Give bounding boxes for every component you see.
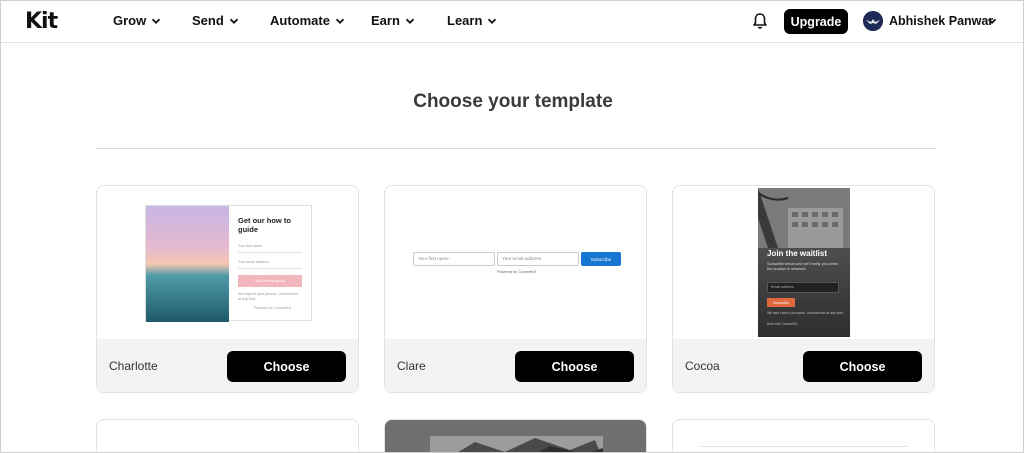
preview-field: Your email address — [238, 260, 269, 264]
nav-grow[interactable]: Grow — [113, 13, 162, 28]
nav-send[interactable]: Send — [192, 13, 240, 28]
preview-powered: Built with ConvertKit — [767, 322, 798, 326]
page-title: Choose your template — [413, 91, 613, 112]
choose-button[interactable]: Choose — [515, 351, 634, 382]
preview-button: Subscribe — [767, 298, 795, 307]
nav-earn-label: Earn — [371, 13, 400, 28]
preview-field-line — [238, 268, 302, 269]
preview-outline — [701, 446, 908, 447]
nav-learn-label: Learn — [447, 13, 483, 28]
preview-field: Your email address — [497, 252, 579, 266]
template-name: Charlotte — [109, 359, 158, 373]
avatar-emblem-icon — [863, 11, 883, 31]
template-preview[interactable]: Get our how to guide Your first name You… — [97, 186, 358, 339]
chevron-down-icon[interactable] — [986, 15, 998, 27]
preview-heading: Join the waitlist — [767, 249, 828, 258]
preview-disclaimer: We won't send you spam. Unsubscribe at a… — [767, 311, 844, 315]
chevron-down-icon — [229, 18, 238, 24]
top-navigation: Kit Grow Send Automate Earn Learn Upgrad… — [1, 1, 1023, 43]
nav-learn[interactable]: Learn — [447, 13, 498, 28]
chevron-down-icon — [335, 18, 345, 24]
building-photo-image — [758, 188, 850, 248]
preview-field: Your first name — [238, 244, 263, 248]
preview-disclaimer: We respect your privacy. Unsubscribe at … — [238, 292, 299, 301]
preview-field: Your first name — [413, 252, 495, 266]
choose-button[interactable]: Choose — [227, 351, 346, 382]
preview-button: Subscribe — [581, 252, 621, 266]
chevron-down-icon — [488, 18, 497, 24]
template-card-partial[interactable] — [384, 419, 647, 452]
preview-powered: Powered by ConvertKit — [254, 306, 291, 310]
cocoa-form-preview: Join the waitlist Subscribe below and we… — [758, 188, 850, 337]
template-preview[interactable]: Join the waitlist Subscribe below and we… — [673, 186, 934, 339]
template-name: Clare — [397, 359, 426, 373]
nav-send-label: Send — [192, 13, 224, 28]
card-footer: Charlotte Choose — [97, 339, 358, 392]
charlotte-form-preview: Get our how to guide Your first name You… — [145, 205, 312, 322]
template-name: Cocoa — [685, 359, 720, 373]
user-name[interactable]: Abhishek Panwar — [889, 14, 993, 28]
preview-heading: Get our how to guide — [238, 216, 291, 234]
template-card-cocoa[interactable]: Join the waitlist Subscribe below and we… — [672, 185, 935, 393]
preview-button: Send me the guide — [238, 275, 302, 287]
nav-automate-label: Automate — [270, 13, 330, 28]
template-card-charlotte[interactable]: Get our how to guide Your first name You… — [96, 185, 359, 393]
template-card-partial[interactable] — [96, 419, 359, 452]
divider — [96, 148, 936, 149]
card-footer: Clare Choose — [385, 339, 646, 392]
card-footer: Cocoa Choose — [673, 339, 934, 392]
template-card-clare[interactable]: Your first name Your email address Subsc… — [384, 185, 647, 393]
choose-button[interactable]: Choose — [803, 351, 922, 382]
preview-powered: Powered by ConvertKit — [497, 270, 536, 274]
preview-subtext: Subscribe below and we'll notify you whe… — [767, 262, 839, 271]
preview-field: Email address — [767, 282, 839, 293]
kit-logo[interactable]: Kit — [25, 9, 58, 34]
chevron-down-icon — [152, 18, 161, 24]
avatar[interactable] — [863, 11, 883, 31]
nav-earn[interactable]: Earn — [371, 13, 416, 28]
nav-grow-label: Grow — [113, 13, 147, 28]
template-card-partial[interactable] — [672, 419, 935, 452]
preview-field-line — [238, 252, 302, 253]
notification-bell-icon[interactable] — [752, 12, 768, 30]
template-preview[interactable]: Your first name Your email address Subsc… — [385, 186, 646, 339]
upgrade-button[interactable]: Upgrade — [784, 9, 848, 34]
ocean-sunset-image — [146, 206, 229, 322]
template-preview-image — [430, 436, 603, 452]
nav-automate[interactable]: Automate — [270, 13, 346, 28]
chevron-down-icon — [405, 18, 415, 24]
app-window: Kit Grow Send Automate Earn Learn Upgrad… — [0, 0, 1024, 453]
